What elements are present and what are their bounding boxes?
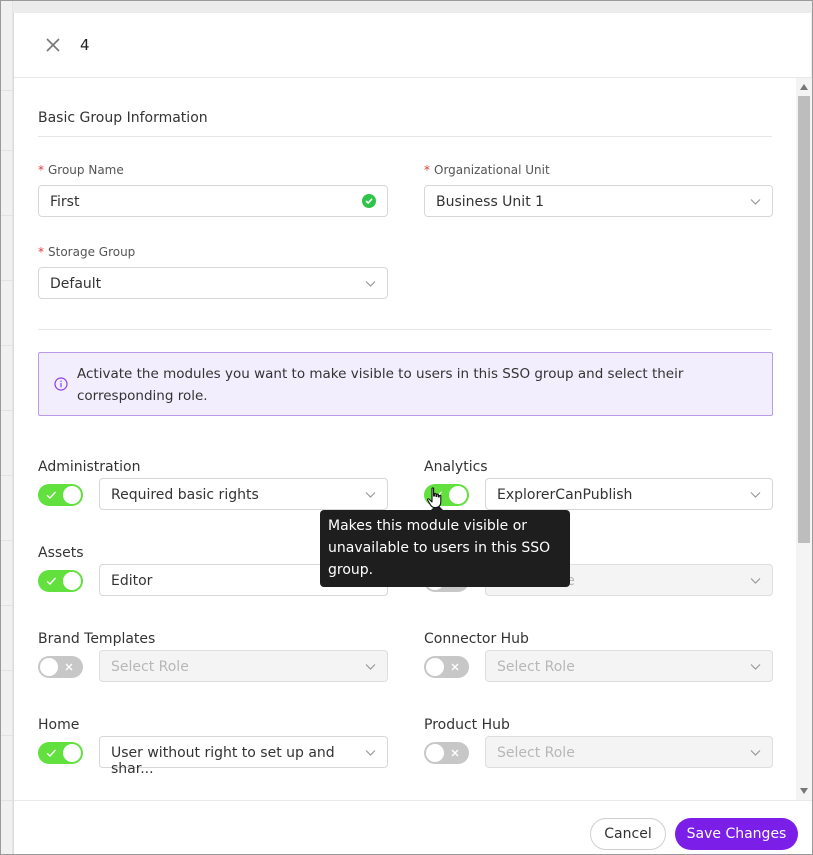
valid-check-icon: [362, 194, 376, 208]
module-label-brand-templates: Brand Templates: [38, 631, 156, 647]
module-toggle-product-hub[interactable]: [424, 742, 469, 764]
toggle-tooltip: Makes this module visible or unavailable…: [320, 504, 570, 587]
chevron-down-icon: [365, 750, 376, 756]
hand-pointer-icon: [426, 487, 442, 509]
chevron-down-icon: [750, 578, 761, 584]
close-icon[interactable]: [44, 36, 62, 54]
module-role-value: ExplorerCanPublish: [497, 487, 633, 503]
storage-group-label: * Storage Group: [38, 245, 136, 259]
module-role-value: Editor: [111, 573, 153, 589]
module-role-value: Required basic rights: [111, 487, 259, 503]
scrollbar-thumb[interactable]: [798, 96, 810, 543]
module-label-product-hub: Product Hub: [424, 717, 510, 733]
x-icon: [65, 663, 73, 671]
module-label-assets: Assets: [38, 545, 84, 561]
edit-group-modal: 4 Basic Group Information * Group Name Fi…: [13, 13, 812, 855]
info-icon: [54, 377, 68, 391]
module-role-value: User without right to set up and shar...: [111, 745, 335, 777]
chevron-down-icon: [365, 281, 376, 287]
chevron-down-icon: [750, 664, 761, 670]
vertical-scrollbar[interactable]: [796, 78, 812, 800]
module-toggle-home[interactable]: [38, 742, 83, 764]
info-text: Activate the modules you want to make vi…: [77, 366, 684, 404]
modal-footer: Cancel Save Changes: [14, 800, 812, 855]
module-role-select-analytics[interactable]: ExplorerCanPublish: [485, 478, 773, 510]
check-icon: [46, 749, 57, 757]
chevron-down-icon: [750, 199, 761, 205]
scroll-down-arrow-icon[interactable]: [800, 788, 808, 794]
module-label-connector-hub: Connector Hub: [424, 631, 529, 647]
toggle-knob: [40, 658, 58, 676]
info-banner: Activate the modules you want to make vi…: [38, 352, 773, 416]
module-role-select-product-hub[interactable]: Select Role: [485, 736, 773, 768]
module-role-select-administration[interactable]: Required basic rights: [99, 478, 388, 510]
section-divider: [38, 136, 772, 137]
group-name-input[interactable]: First: [38, 185, 388, 217]
toggle-knob: [426, 658, 444, 676]
save-changes-button[interactable]: Save Changes: [675, 818, 798, 850]
chevron-down-icon: [365, 492, 376, 498]
cancel-button[interactable]: Cancel: [590, 818, 666, 850]
org-unit-label: * Organizational Unit: [424, 163, 550, 177]
x-icon: [451, 663, 459, 671]
module-role-value: Select Role: [497, 659, 575, 675]
chevron-down-icon: [750, 492, 761, 498]
section-title: Basic Group Information: [38, 110, 208, 126]
check-icon: [46, 577, 57, 585]
modal-header: 4: [14, 13, 812, 78]
module-toggle-assets[interactable]: [38, 570, 83, 592]
module-label-analytics: Analytics: [424, 459, 488, 475]
chevron-down-icon: [365, 664, 376, 670]
section-divider: [38, 329, 772, 330]
org-unit-select[interactable]: Business Unit 1: [424, 185, 773, 217]
chevron-down-icon: [750, 750, 761, 756]
toggle-knob: [63, 486, 81, 504]
module-toggle-connector-hub[interactable]: [424, 656, 469, 678]
storage-group-select[interactable]: Default: [38, 267, 388, 299]
toggle-knob: [449, 486, 467, 504]
module-label-administration: Administration: [38, 459, 141, 475]
toggle-knob: [63, 744, 81, 762]
module-role-value: Select Role: [111, 659, 189, 675]
module-toggle-brand-templates[interactable]: [38, 656, 83, 678]
toggle-knob: [63, 572, 81, 590]
module-label-home: Home: [38, 717, 80, 733]
group-name-label: * Group Name: [38, 163, 124, 177]
module-role-select-home[interactable]: User without right to set up and shar...: [99, 736, 388, 777]
modal-body[interactable]: Basic Group Information * Group Name Firs…: [14, 78, 796, 800]
module-role-select-brand-templates[interactable]: Select Role: [99, 650, 388, 682]
check-icon: [46, 491, 57, 499]
module-role-select-connector-hub[interactable]: Select Role: [485, 650, 773, 682]
x-icon: [451, 749, 459, 757]
modal-title: 4: [80, 36, 90, 54]
module-toggle-administration[interactable]: [38, 484, 83, 506]
scroll-up-arrow-icon[interactable]: [800, 84, 808, 90]
toggle-knob: [426, 744, 444, 762]
background-page-edge: [0, 0, 13, 855]
module-role-value: Select Role: [497, 745, 575, 761]
